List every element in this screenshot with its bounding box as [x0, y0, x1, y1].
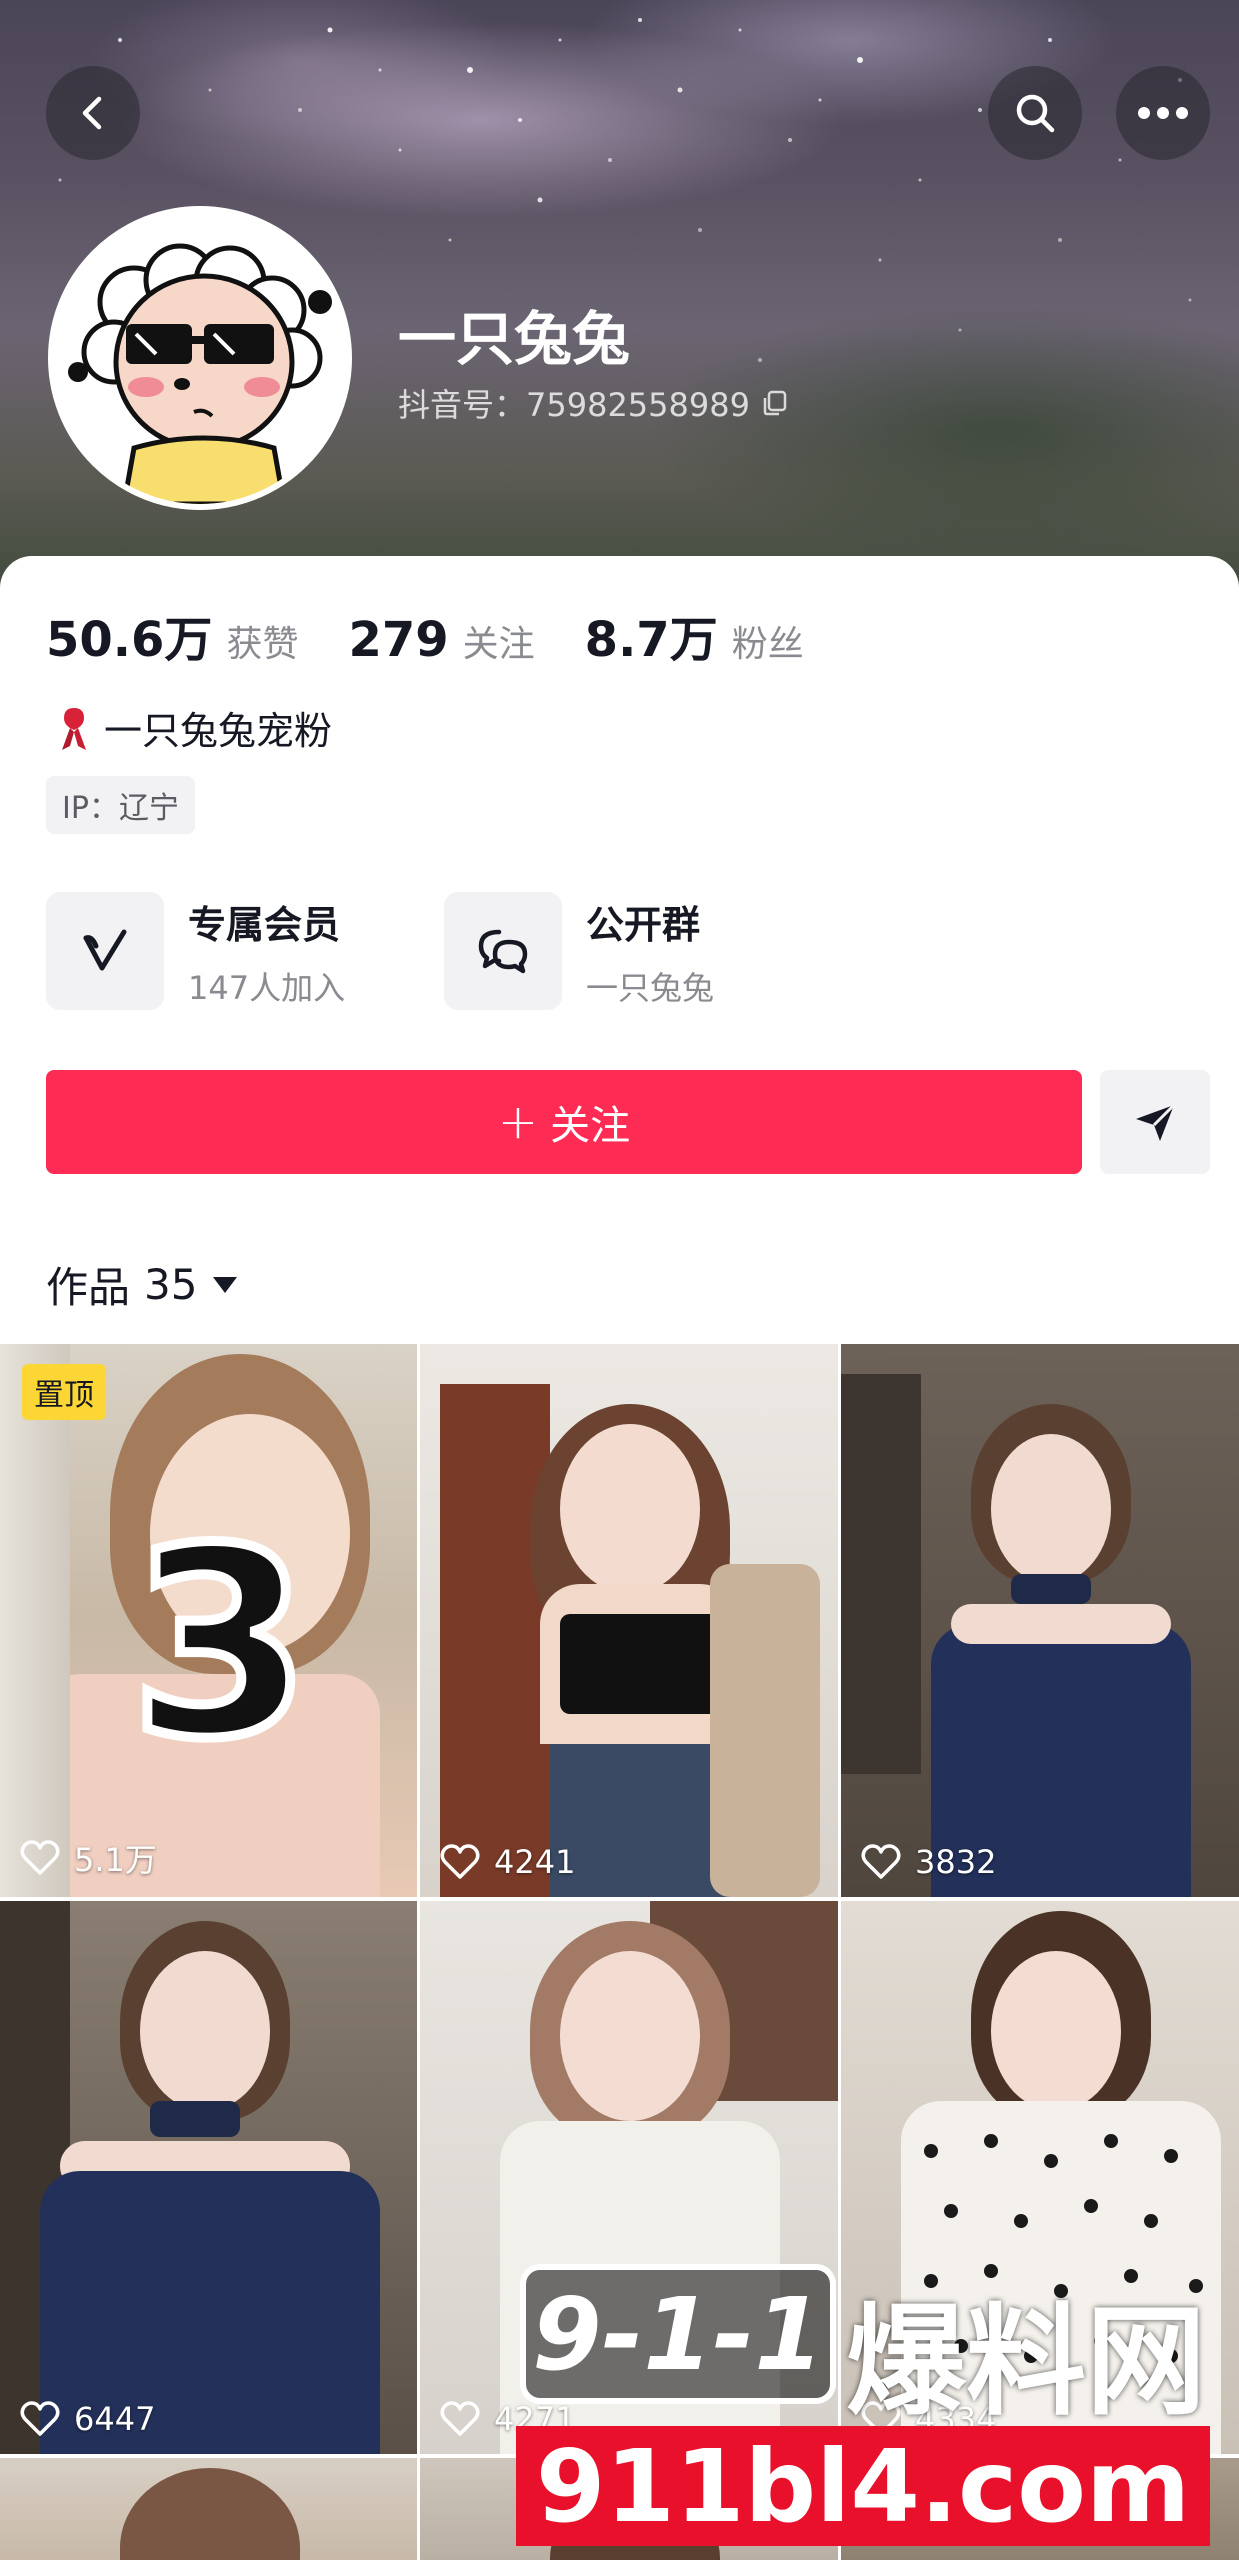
group-chat-icon: [478, 929, 528, 974]
video-cover-image: [0, 1901, 417, 2454]
cartoon-sheep-avatar-image: [54, 212, 346, 504]
vip-v-icon: [83, 929, 127, 971]
more-button[interactable]: [1116, 66, 1210, 160]
more-dots-icon: [1138, 107, 1188, 119]
stats-row: 50.6万 获赞 279 关注 8.7万 粉丝: [46, 600, 854, 670]
video-cover-image: [120, 2468, 300, 2560]
member-subtitle: 147人加入: [188, 968, 346, 1007]
heart-icon: [20, 1840, 60, 1875]
watermark-site-name: 爆料网: [846, 2293, 1206, 2432]
heart-icon: [440, 2401, 480, 2436]
group-icon-box: [444, 892, 562, 1010]
video-likes: 3832: [861, 1843, 996, 1881]
stat-label: 获赞: [226, 624, 299, 665]
heart-icon: [20, 2401, 60, 2436]
video-thumbnail[interactable]: 3832: [841, 1344, 1239, 1897]
stat-value: 50.6万: [46, 612, 213, 668]
works-tab[interactable]: 作品 35: [46, 1254, 239, 1315]
pinned-badge: 置顶: [22, 1364, 106, 1420]
likes-count: 6447: [74, 2400, 156, 2438]
works-count: 35: [144, 1260, 198, 1309]
video-likes: 6447: [20, 2400, 155, 2438]
signature-text: 一只兔兔宠粉: [104, 709, 333, 753]
exclusive-member-entry[interactable]: 专属会员 147人加入: [46, 892, 345, 1010]
stat-following[interactable]: 279 关注: [348, 612, 534, 668]
follow-button[interactable]: + 关注: [46, 1070, 1082, 1174]
follow-label: 关注: [550, 1103, 631, 1149]
stat-label: 粉丝: [731, 624, 804, 665]
search-icon: [1016, 94, 1055, 133]
copy-icon[interactable]: [760, 388, 790, 418]
red-ribbon-icon: [62, 707, 86, 750]
caret-down-icon: [213, 1276, 238, 1293]
profile-signature: 一只兔兔宠粉: [54, 700, 332, 755]
douyin-id-row[interactable]: 抖音号：75982558989: [398, 380, 790, 426]
likes-count: 4241: [494, 1843, 576, 1881]
likes-count: 3832: [915, 1843, 997, 1881]
stat-label: 关注: [462, 624, 535, 665]
group-text: 公开群 一只兔兔: [586, 894, 714, 1009]
ip-location-tag: IP：辽宁: [46, 776, 195, 834]
public-group-entry[interactable]: 公开群 一只兔兔: [444, 892, 714, 1010]
group-subtitle: 一只兔兔: [586, 968, 715, 1007]
likes-count: 5.1万: [74, 1841, 157, 1879]
share-button[interactable]: [1100, 1070, 1210, 1174]
nickname: 一只兔兔: [398, 305, 631, 373]
send-arrow-icon: [1136, 1103, 1176, 1141]
works-label: 作品: [46, 1263, 131, 1312]
video-likes: 5.1万: [20, 1835, 157, 1881]
stat-value: 279: [348, 612, 449, 668]
member-title: 专属会员: [188, 902, 341, 947]
cover-overlay-number: 3: [125, 1489, 316, 1801]
member-text: 专属会员 147人加入: [188, 894, 345, 1009]
stat-likes[interactable]: 50.6万 获赞: [46, 600, 298, 670]
avatar[interactable]: [48, 206, 352, 510]
video-thumbnail[interactable]: 4241: [420, 1344, 838, 1897]
video-thumbnail[interactable]: 6447: [0, 1901, 417, 2454]
douyin-id: 抖音号：75982558989: [398, 386, 750, 424]
heart-icon: [440, 1844, 480, 1879]
heart-icon: [861, 1844, 901, 1879]
member-icon-box: [46, 892, 164, 1010]
group-title: 公开群: [586, 902, 701, 947]
chevron-left-icon: [82, 96, 102, 130]
plus-icon: +: [497, 1094, 539, 1150]
watermark-logo: 9-1-1: [520, 2264, 836, 2404]
search-button[interactable]: [988, 66, 1082, 160]
stat-value: 8.7万: [584, 612, 718, 668]
watermark-domain: 911bl4.com: [516, 2426, 1210, 2546]
video-cover-image: [420, 1344, 838, 1897]
video-thumbnail[interactable]: [0, 2458, 417, 2560]
video-likes: 4241: [440, 1843, 575, 1881]
back-button[interactable]: [46, 66, 140, 160]
video-thumbnail[interactable]: 3 置顶 5.1万: [0, 1344, 417, 1897]
video-cover-image: [841, 1344, 1239, 1897]
stat-followers[interactable]: 8.7万 粉丝: [585, 600, 804, 670]
